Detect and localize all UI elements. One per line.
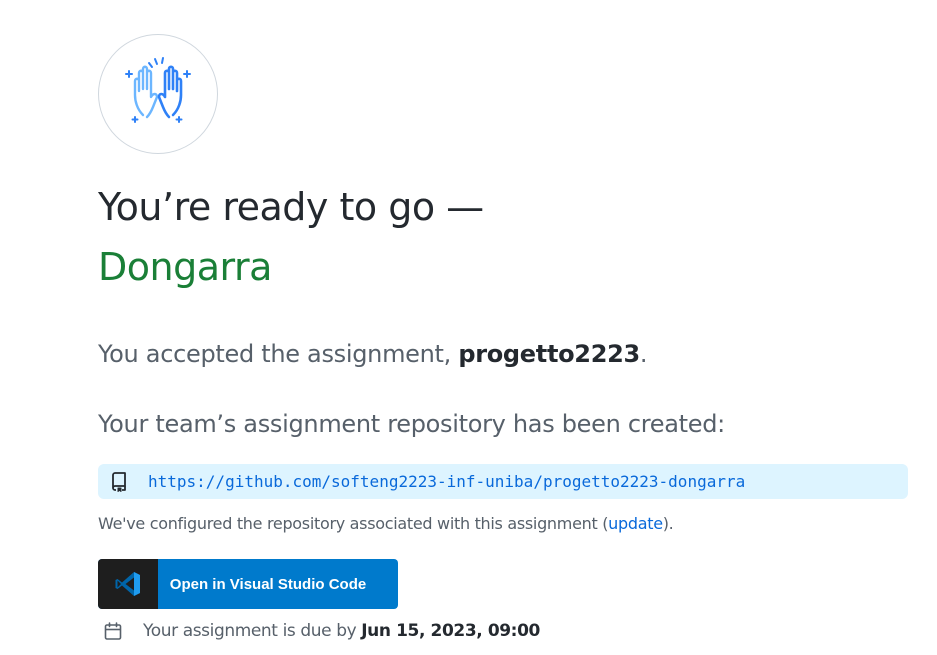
repository-link-box: https://github.com/softeng2223-inf-uniba… (98, 464, 908, 499)
repository-url-link[interactable]: https://github.com/softeng2223-inf-uniba… (148, 472, 745, 491)
configured-suffix: ). (662, 514, 674, 533)
high-five-avatar (98, 34, 218, 154)
due-prefix: Your assignment is due by (143, 621, 362, 641)
configured-message: We've configured the repository associat… (98, 514, 674, 534)
accepted-suffix: . (639, 340, 648, 368)
open-in-vscode-button[interactable]: Open in Visual Studio Code (98, 559, 398, 609)
vscode-logo-icon (98, 559, 158, 609)
due-date-row: Your assignment is due by Jun 15, 2023, … (102, 618, 540, 644)
calendar-icon (102, 620, 124, 642)
update-link[interactable]: update (608, 514, 663, 533)
assignment-name: progetto2223 (458, 340, 640, 368)
team-name: Dongarra (98, 245, 272, 289)
due-date-text: Your assignment is due by Jun 15, 2023, … (143, 621, 540, 641)
accepted-prefix: You accepted the assignment, (98, 340, 459, 368)
page-title: You’re ready to go — (98, 185, 484, 229)
configured-prefix: We've configured the repository associat… (98, 514, 609, 533)
high-five-hands-icon (121, 55, 195, 134)
accepted-message: You accepted the assignment, progetto222… (98, 338, 648, 370)
repo-created-message: Your team’s assignment repository has be… (98, 410, 725, 438)
due-date-value: Jun 15, 2023, 09:00 (361, 621, 540, 641)
open-in-vscode-label: Open in Visual Studio Code (169, 575, 367, 593)
repo-icon (109, 471, 129, 492)
